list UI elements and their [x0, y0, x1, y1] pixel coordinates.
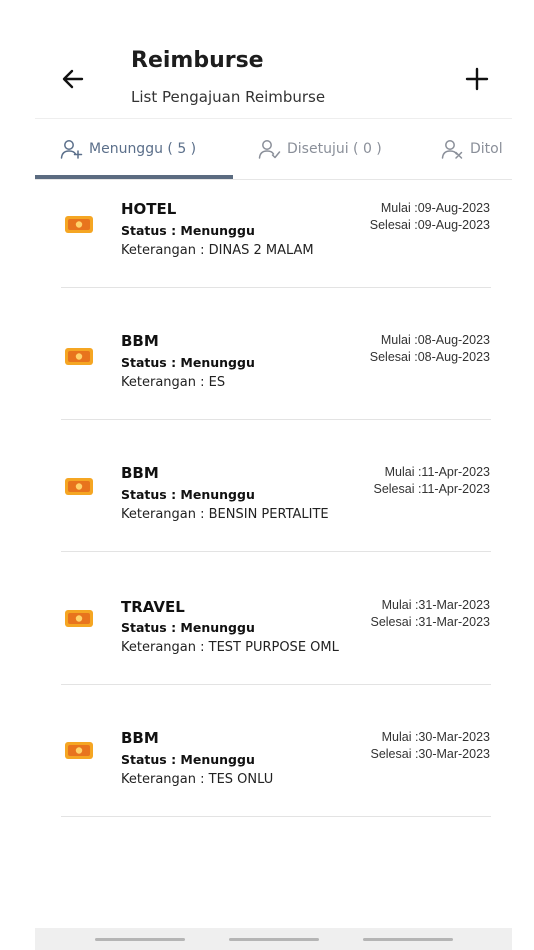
item-start-date: Mulai :08-Aug-2023: [380, 333, 490, 347]
item-note: Keterangan : ES: [121, 375, 226, 390]
nav-handle[interactable]: [229, 938, 319, 941]
item-divider: [61, 419, 491, 420]
item-dates: Mulai :31-Mar-2023 Selesai :31-Mar-2023: [370, 597, 490, 631]
item-note: Keterangan : DINAS 2 MALAM: [121, 243, 314, 258]
item-divider: [61, 551, 491, 552]
item-divider: [61, 816, 491, 817]
item-category: TRAVEL: [121, 598, 185, 616]
item-start-date: Mulai :09-Aug-2023: [380, 201, 490, 215]
page-subtitle: List Pengajuan Reimburse: [131, 88, 326, 106]
money-icon: [65, 610, 93, 627]
item-start-date: Mulai :31-Mar-2023: [381, 598, 490, 612]
item-end-date: Selesai :31-Mar-2023: [370, 615, 490, 629]
list-item[interactable]: BBM Status : Menunggu Keterangan : BENSI…: [0, 444, 534, 576]
item-status: Status : Menunggu: [121, 752, 255, 767]
item-category: BBM: [121, 464, 159, 482]
list-item[interactable]: BBM Status : Menunggu Keterangan : TES O…: [0, 708, 534, 840]
nav-handle[interactable]: [363, 938, 453, 941]
item-status: Status : Menunggu: [121, 355, 255, 370]
user-x-icon: [441, 140, 463, 159]
tab-label: Ditol: [470, 141, 503, 157]
tab-ditolak[interactable]: Ditol: [440, 119, 503, 179]
status-tabs: Menunggu ( 5 ) Disetujui ( 0 ) Ditol: [35, 118, 512, 180]
item-end-date: Selesai :08-Aug-2023: [369, 350, 490, 364]
item-end-date: Selesai :09-Aug-2023: [369, 218, 490, 232]
item-note: Keterangan : TES ONLU: [121, 772, 274, 787]
item-note: Keterangan : BENSIN PERTALITE: [121, 507, 329, 522]
list-item[interactable]: TRAVEL Status : Menunggu Keterangan : TE…: [0, 576, 534, 708]
app-header: Reimburse List Pengajuan Reimburse: [0, 0, 534, 118]
tab-label: Disetujui ( 0 ): [287, 141, 382, 157]
back-arrow-icon[interactable]: [58, 64, 88, 94]
item-dates: Mulai :30-Mar-2023 Selesai :30-Mar-2023: [370, 729, 490, 763]
item-category: HOTEL: [121, 200, 177, 218]
item-end-date: Selesai :11-Apr-2023: [373, 482, 490, 496]
item-start-date: Mulai :11-Apr-2023: [384, 465, 490, 479]
tab-disetujui[interactable]: Disetujui ( 0 ): [257, 119, 382, 179]
item-end-date: Selesai :30-Mar-2023: [370, 747, 490, 761]
item-status: Status : Menunggu: [121, 223, 255, 238]
money-icon: [65, 478, 93, 495]
money-icon: [65, 742, 93, 759]
add-icon[interactable]: [462, 64, 492, 94]
item-note: Keterangan : TEST PURPOSE OML: [121, 640, 339, 655]
item-divider: [61, 287, 491, 288]
tab-label: Menunggu ( 5 ): [89, 141, 197, 157]
item-dates: Mulai :08-Aug-2023 Selesai :08-Aug-2023: [370, 332, 490, 366]
item-start-date: Mulai :30-Mar-2023: [381, 730, 490, 744]
item-dates: Mulai :11-Apr-2023 Selesai :11-Apr-2023: [373, 464, 490, 498]
page-title: Reimburse: [131, 48, 264, 73]
nav-handle[interactable]: [95, 938, 185, 941]
item-dates: Mulai :09-Aug-2023 Selesai :09-Aug-2023: [370, 200, 490, 234]
money-icon: [65, 348, 93, 365]
item-category: BBM: [121, 729, 159, 747]
item-status: Status : Menunggu: [121, 620, 255, 635]
tab-menunggu[interactable]: Menunggu ( 5 ): [59, 119, 196, 179]
user-plus-icon: [60, 140, 83, 159]
money-icon: [65, 216, 93, 233]
system-nav-bar: [35, 928, 512, 950]
user-check-icon: [258, 140, 281, 159]
item-category: BBM: [121, 332, 159, 350]
list-item[interactable]: HOTEL Status : Menunggu Keterangan : DIN…: [0, 180, 534, 312]
item-divider: [61, 684, 491, 685]
list-item[interactable]: BBM Status : Menunggu Keterangan : ES Mu…: [0, 312, 534, 444]
item-status: Status : Menunggu: [121, 487, 255, 502]
